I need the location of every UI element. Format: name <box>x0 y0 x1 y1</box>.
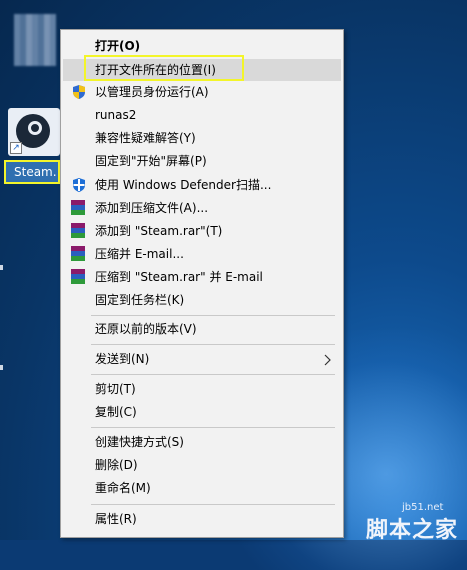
menu-item-rename[interactable]: 重命名(M) <box>63 477 341 499</box>
menu-item-label: 使用 Windows Defender扫描... <box>95 178 272 192</box>
menu-item-label: 重命名(M) <box>95 481 151 495</box>
menu-item-defender-scan[interactable]: 使用 Windows Defender扫描... <box>63 174 341 196</box>
menu-item-properties[interactable]: 属性(R) <box>63 508 341 530</box>
menu-separator <box>91 315 335 316</box>
winrar-icon <box>71 246 87 262</box>
menu-item-send-to[interactable]: 发送到(N) <box>63 348 341 370</box>
menu-separator <box>91 374 335 375</box>
menu-item-label: 压缩并 E-mail... <box>95 247 184 261</box>
menu-item-cut[interactable]: 剪切(T) <box>63 378 341 400</box>
menu-item-label: 属性(R) <box>95 512 137 526</box>
menu-item-add-to-archive[interactable]: 添加到压缩文件(A)... <box>63 197 341 219</box>
menu-separator <box>91 427 335 428</box>
menu-item-add-to-steam-rar[interactable]: 添加到 "Steam.rar"(T) <box>63 220 341 242</box>
steam-icon-label[interactable]: Steam. <box>4 160 60 184</box>
menu-item-label: 固定到任务栏(K) <box>95 293 185 307</box>
shield-icon <box>71 84 87 100</box>
menu-item-label: 删除(D) <box>95 458 138 472</box>
edge-marker <box>0 265 3 270</box>
menu-item-label: 复制(C) <box>95 405 137 419</box>
menu-item-compress-email[interactable]: 压缩并 E-mail... <box>63 243 341 265</box>
menu-item-compat-troubleshoot[interactable]: 兼容性疑难解答(Y) <box>63 127 341 149</box>
menu-item-pin-to-taskbar[interactable]: 固定到任务栏(K) <box>63 289 341 311</box>
menu-item-label: 压缩到 "Steam.rar" 并 E-mail <box>95 270 263 284</box>
menu-item-label: 还原以前的版本(V) <box>95 322 197 336</box>
menu-item-runas2[interactable]: runas2 <box>63 104 341 126</box>
menu-item-delete[interactable]: 删除(D) <box>63 454 341 476</box>
menu-item-label: 发送到(N) <box>95 352 150 366</box>
menu-item-pin-to-start[interactable]: 固定到"开始"屏幕(P) <box>63 150 341 172</box>
menu-item-restore-previous[interactable]: 还原以前的版本(V) <box>63 318 341 340</box>
menu-item-label: 打开(O) <box>95 39 141 53</box>
menu-item-label: 创建快捷方式(S) <box>95 435 184 449</box>
winrar-icon <box>71 200 87 216</box>
menu-separator <box>91 344 335 345</box>
menu-item-create-shortcut[interactable]: 创建快捷方式(S) <box>63 431 341 453</box>
shortcut-arrow-icon: ↗ <box>10 142 22 154</box>
menu-item-label: 兼容性疑难解答(Y) <box>95 131 196 145</box>
menu-item-open[interactable]: 打开(O) <box>63 35 341 57</box>
menu-item-compress-steam-rar-email[interactable]: 压缩到 "Steam.rar" 并 E-mail <box>63 266 341 288</box>
menu-item-label: 添加到 "Steam.rar"(T) <box>95 224 223 238</box>
watermark-brand: 脚本之家 <box>366 518 459 543</box>
edge-marker <box>0 365 3 370</box>
menu-item-label: 添加到压缩文件(A)... <box>95 201 209 215</box>
menu-item-label: 固定到"开始"屏幕(P) <box>95 154 207 168</box>
menu-item-copy[interactable]: 复制(C) <box>63 401 341 423</box>
steam-desktop-icon[interactable]: ↗ <box>8 108 60 156</box>
defender-icon <box>71 177 87 193</box>
blurred-desktop-icon[interactable] <box>14 14 56 66</box>
menu-item-label: 以管理员身份运行(A) <box>95 85 209 99</box>
menu-item-label: runas2 <box>95 108 137 122</box>
menu-separator <box>91 504 335 505</box>
winrar-icon <box>71 223 87 239</box>
highlight-box <box>84 55 244 81</box>
context-menu: 打开(O) 打开文件所在的位置(I) 以管理员身份运行(A) runas2 兼容… <box>60 29 344 538</box>
chevron-right-icon <box>323 352 333 366</box>
menu-item-run-as-admin[interactable]: 以管理员身份运行(A) <box>63 81 341 103</box>
winrar-icon <box>71 269 87 285</box>
menu-item-label: 剪切(T) <box>95 382 136 396</box>
